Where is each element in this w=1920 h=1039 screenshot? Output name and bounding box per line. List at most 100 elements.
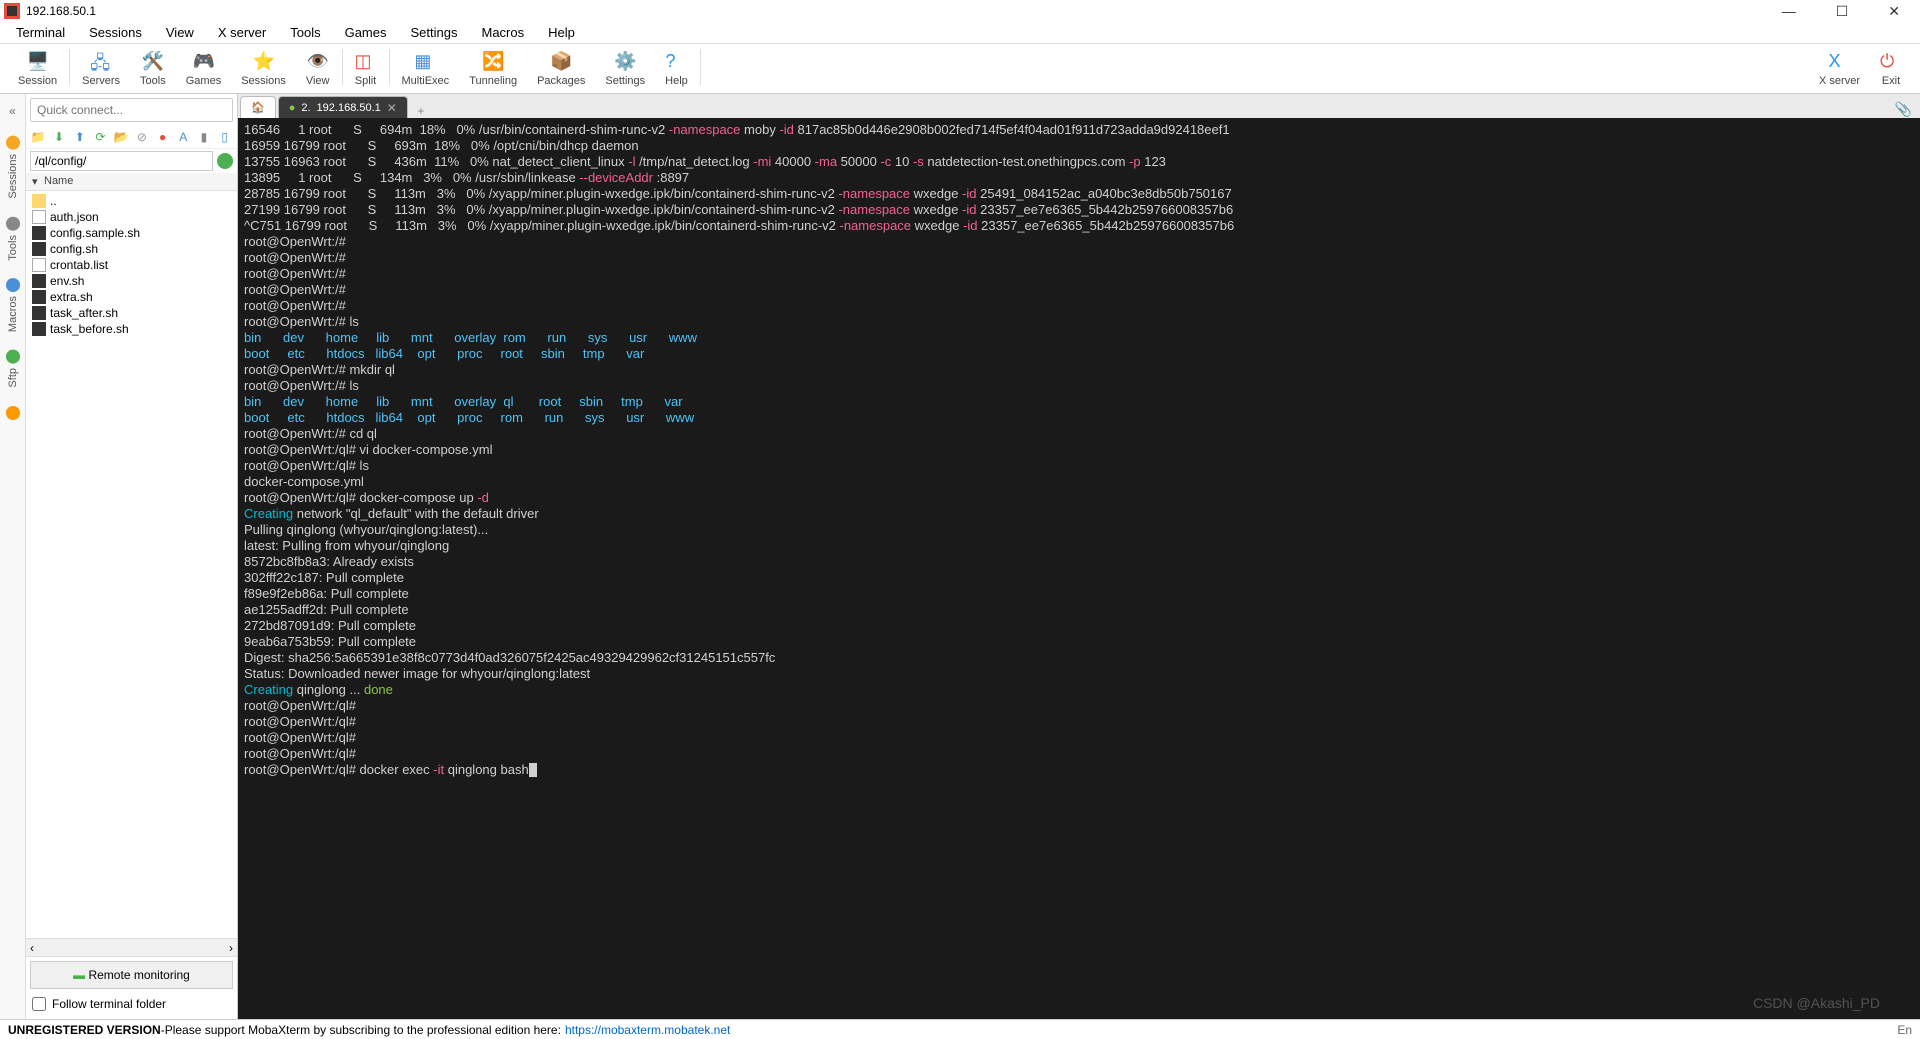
- tab-label: 192.168.50.1: [317, 102, 381, 114]
- sftp-delete-icon[interactable]: ●: [154, 128, 171, 146]
- sftp-path-input[interactable]: [30, 151, 213, 171]
- rail-collapse-icon[interactable]: «: [9, 104, 16, 118]
- rail-macros[interactable]: Macros: [6, 278, 20, 332]
- menu-view[interactable]: View: [156, 23, 204, 42]
- titlebar: 192.168.50.1 — ☐ ✕: [0, 0, 1920, 22]
- session-icon: 🖥️: [27, 51, 49, 73]
- home-icon: 🏠: [251, 101, 265, 114]
- window-title: 192.168.50.1: [26, 4, 96, 18]
- file-scroll[interactable]: ‹›: [26, 938, 237, 956]
- menu-terminal[interactable]: Terminal: [6, 23, 75, 42]
- rail-tools[interactable]: Tools: [6, 217, 20, 261]
- tool-packages[interactable]: 📦Packages: [527, 49, 595, 89]
- menu-games[interactable]: Games: [335, 23, 397, 42]
- rail-sessions[interactable]: Sessions: [6, 136, 20, 199]
- file-icon: [32, 210, 46, 224]
- packages-icon: 📦: [550, 51, 572, 73]
- terminal[interactable]: 16546 1 root S 694m 18% 0% /usr/bin/cont…: [238, 118, 1920, 1019]
- tool-sessions[interactable]: ⭐Sessions: [231, 49, 296, 89]
- minimize-button[interactable]: —: [1774, 3, 1804, 20]
- file-list-header[interactable]: ▾ Name: [26, 173, 237, 191]
- sftp-toolbar: 📁 ⬇ ⬆ ⟳ 📂 ⊘ ● A ▮ ▯: [26, 126, 237, 149]
- menu-macros[interactable]: Macros: [471, 23, 534, 42]
- file-row[interactable]: auth.json: [26, 209, 237, 225]
- tool-multiexec[interactable]: ▦MultiExec: [392, 49, 460, 89]
- tool-servers[interactable]: 🖧Servers: [72, 49, 130, 89]
- rail-dot[interactable]: [6, 406, 20, 420]
- tab-close-icon[interactable]: ✕: [387, 101, 397, 115]
- file-row[interactable]: crontab.list: [26, 257, 237, 273]
- tab-new-button[interactable]: +: [408, 104, 434, 118]
- sftp-folder-icon[interactable]: 📁: [30, 128, 47, 146]
- sftp-edit-icon[interactable]: A: [175, 128, 192, 146]
- left-rail: « Sessions Tools Macros Sftp: [0, 94, 26, 1019]
- sftp-newfolder-icon[interactable]: 📂: [113, 128, 130, 146]
- maximize-button[interactable]: ☐: [1828, 3, 1857, 20]
- sftp-view2-icon[interactable]: ▯: [216, 128, 233, 146]
- sh-icon: [32, 322, 46, 336]
- view-icon: 👁️: [307, 51, 329, 73]
- file-row[interactable]: config.sh: [26, 241, 237, 257]
- main-toolbar: 🖥️Session🖧Servers🛠️Tools🎮Games⭐Sessions👁…: [0, 44, 1920, 94]
- col-name: Name: [44, 175, 73, 188]
- lang-indicator[interactable]: En: [1897, 1023, 1912, 1037]
- file-row[interactable]: env.sh: [26, 273, 237, 289]
- sftp-view1-icon[interactable]: ▮: [196, 128, 213, 146]
- tool-x-server[interactable]: XX server: [1809, 49, 1870, 89]
- path-ok-icon: [217, 153, 233, 169]
- remote-monitoring-button[interactable]: ▬ Remote monitoring: [30, 961, 233, 989]
- menu-help[interactable]: Help: [538, 23, 585, 42]
- file-row[interactable]: config.sample.sh: [26, 225, 237, 241]
- tabs-bar: 🏠 ● 2. 192.168.50.1 ✕ + 📎: [238, 94, 1920, 118]
- close-button[interactable]: ✕: [1880, 3, 1908, 20]
- sftp-upload-icon[interactable]: ⬆: [71, 128, 88, 146]
- status-link[interactable]: https://mobaxterm.mobatek.net: [565, 1023, 730, 1037]
- file-row[interactable]: task_after.sh: [26, 305, 237, 321]
- statusbar: UNREGISTERED VERSION - Please support Mo…: [0, 1019, 1920, 1039]
- file-row[interactable]: ..: [26, 193, 237, 209]
- sh-icon: [32, 242, 46, 256]
- follow-terminal-checkbox[interactable]: Follow terminal folder: [30, 993, 233, 1015]
- menu-tools[interactable]: Tools: [280, 23, 330, 42]
- tab-home[interactable]: 🏠: [240, 96, 276, 118]
- tab-num: 2.: [301, 102, 310, 114]
- sftp-stop-icon[interactable]: ⊘: [134, 128, 151, 146]
- file-icon: [32, 258, 46, 272]
- games-icon: 🎮: [192, 51, 214, 73]
- folder-icon: [32, 194, 46, 208]
- tool-session[interactable]: 🖥️Session: [8, 49, 67, 89]
- menu-sessions[interactable]: Sessions: [79, 23, 152, 42]
- x server-icon: X: [1829, 51, 1851, 73]
- menu-x-server[interactable]: X server: [208, 23, 276, 42]
- help-icon: ?: [665, 51, 687, 73]
- tool-view[interactable]: 👁️View: [296, 49, 340, 89]
- tool-tools[interactable]: 🛠️Tools: [130, 49, 176, 89]
- sh-icon: [32, 226, 46, 240]
- menu-settings[interactable]: Settings: [401, 23, 468, 42]
- tool-games[interactable]: 🎮Games: [176, 49, 231, 89]
- multiexec-icon: ▦: [414, 51, 436, 73]
- sessions-icon: ⭐: [253, 51, 275, 73]
- sftp-refresh-icon[interactable]: ⟳: [92, 128, 109, 146]
- exit-icon: ⏻: [1880, 51, 1902, 73]
- sh-icon: [32, 306, 46, 320]
- menubar: TerminalSessionsViewX serverTools GamesSe…: [0, 22, 1920, 44]
- rail-sftp[interactable]: Sftp: [6, 350, 20, 388]
- split-icon: ◫: [355, 51, 377, 73]
- tool-exit[interactable]: ⏻Exit: [1870, 49, 1912, 89]
- tool-settings[interactable]: ⚙️Settings: [595, 49, 655, 89]
- tool-split[interactable]: ◫Split: [345, 49, 387, 89]
- tab-session-active[interactable]: ● 2. 192.168.50.1 ✕: [278, 96, 408, 118]
- attach-icon[interactable]: 📎: [1887, 101, 1920, 118]
- sftp-download-icon[interactable]: ⬇: [51, 128, 68, 146]
- file-row[interactable]: task_before.sh: [26, 321, 237, 337]
- settings-icon: ⚙️: [614, 51, 636, 73]
- quick-connect-input[interactable]: [30, 98, 233, 122]
- sftp-sidebar: 📁 ⬇ ⬆ ⟳ 📂 ⊘ ● A ▮ ▯ ▾ Name ..auth.jsonco…: [26, 94, 238, 1019]
- tool-help[interactable]: ?Help: [655, 49, 698, 89]
- sh-icon: [32, 290, 46, 304]
- main-area: 🏠 ● 2. 192.168.50.1 ✕ + 📎 16546 1 root S…: [238, 94, 1920, 1019]
- file-row[interactable]: extra.sh: [26, 289, 237, 305]
- tool-tunneling[interactable]: 🔀Tunneling: [459, 49, 527, 89]
- tunneling-icon: 🔀: [482, 51, 504, 73]
